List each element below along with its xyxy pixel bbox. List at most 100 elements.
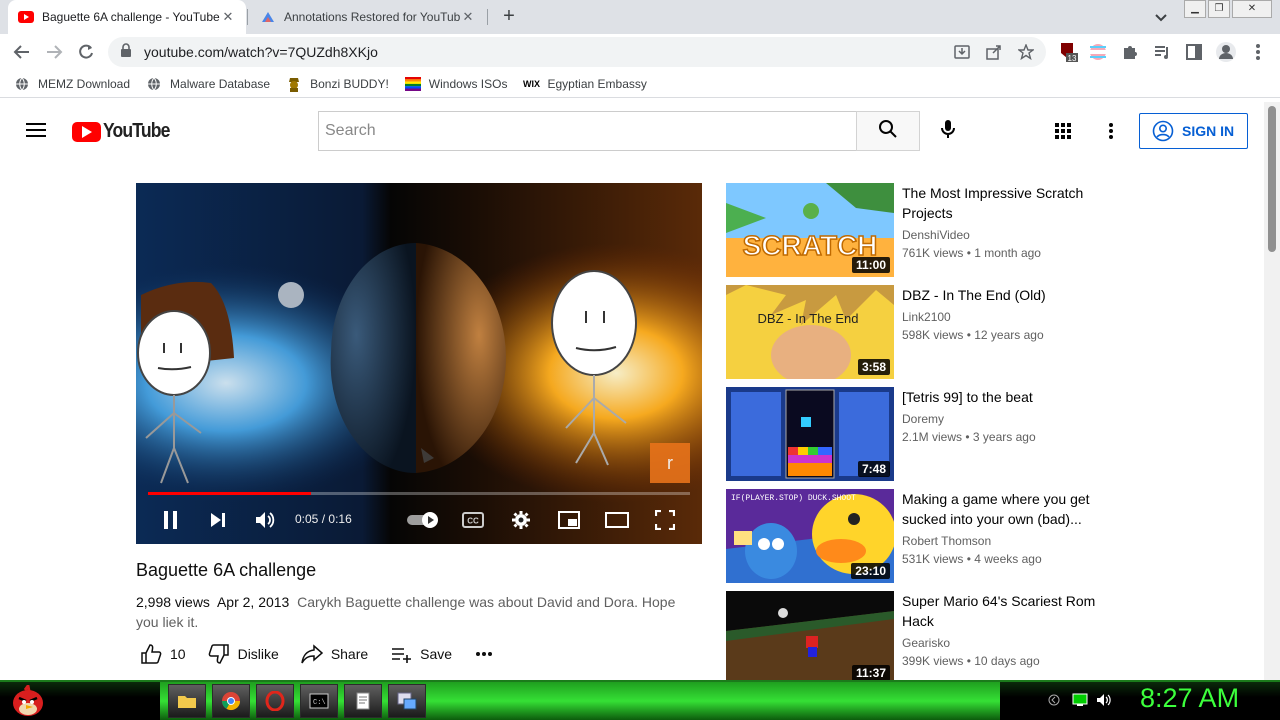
forward-icon[interactable]: [42, 40, 66, 64]
apps-grid-icon[interactable]: [1051, 119, 1075, 143]
taskbar-notepad-button[interactable]: [344, 684, 382, 718]
annotations-favicon-icon: [260, 9, 276, 25]
bookmark-memz[interactable]: MEMZ Download: [14, 76, 130, 92]
bookmark-bonzi-buddy[interactable]: Bonzi BUDDY!: [286, 76, 389, 92]
recommendation-item[interactable]: 11:37 Super Mario 64's Scariest Rom Hack…: [726, 591, 1116, 680]
back-icon[interactable]: [10, 40, 34, 64]
new-tab-icon[interactable]: +: [498, 6, 520, 28]
recommendation-title[interactable]: [Tetris 99] to the beat: [902, 387, 1102, 407]
recommendation-title[interactable]: The Most Impressive Scratch Projects: [902, 183, 1102, 223]
scrollbar-thumb[interactable]: [1268, 106, 1276, 252]
recommendation-item[interactable]: IF(PLAYER.STOP) DUCK.SHOOT 23:10 Making …: [726, 489, 1116, 583]
video-thumbnail[interactable]: SCRATCH 11:00: [726, 183, 894, 277]
more-actions-icon[interactable]: [474, 651, 502, 657]
start-button[interactable]: [6, 682, 50, 720]
taskbar-cmd-button[interactable]: C:\: [300, 684, 338, 718]
video-player[interactable]: r 0:05 / 0:16 CC: [136, 183, 702, 544]
bookmark-star-icon[interactable]: [1014, 40, 1038, 64]
page-scrollbar[interactable]: [1264, 102, 1280, 680]
recommendation-item[interactable]: 7:48 [Tetris 99] to the beat Doremy 2.1M…: [726, 387, 1116, 481]
taskbar-app-button[interactable]: [388, 684, 426, 718]
recommendation-item[interactable]: SCRATCH 11:00 The Most Impressive Scratc…: [726, 183, 1116, 277]
recommendation-title[interactable]: Super Mario 64's Scariest Rom Hack: [902, 591, 1102, 631]
progress-bar[interactable]: [148, 492, 690, 495]
address-bar[interactable]: youtube.com/watch?v=7QUZdh8XKjo: [108, 37, 1046, 67]
recommendation-title[interactable]: Making a game where you get sucked into …: [902, 489, 1102, 529]
save-button[interactable]: Save: [390, 643, 452, 665]
channel-name[interactable]: Doremy: [902, 412, 944, 426]
system-clock[interactable]: 8:27 AM: [1140, 683, 1239, 714]
tab-search-chevron-icon[interactable]: [1152, 8, 1170, 26]
bookmark-egyptian-embassy[interactable]: WIX Egyptian Embassy: [523, 76, 647, 92]
tab-youtube[interactable]: Baguette 6A challenge - YouTube ✕: [8, 0, 246, 34]
like-button[interactable]: 10: [140, 643, 186, 665]
share-page-icon[interactable]: [982, 40, 1006, 64]
ublock-extension-icon[interactable]: 13: [1056, 40, 1080, 64]
recommendation-title[interactable]: DBZ - In The End (Old): [902, 285, 1102, 305]
channel-watermark-badge[interactable]: r: [650, 443, 690, 483]
close-window-button[interactable]: ✕: [1232, 0, 1272, 18]
pause-icon[interactable]: [158, 508, 184, 532]
tab-title: Annotations Restored for YouTube: [284, 10, 460, 24]
channel-name[interactable]: Link2100: [902, 310, 951, 324]
fullscreen-icon[interactable]: [652, 508, 678, 532]
voice-search-button[interactable]: [928, 111, 968, 151]
channel-name[interactable]: Gearisko: [902, 636, 950, 650]
subtitles-cc-icon[interactable]: CC: [460, 508, 486, 532]
recommendation-item[interactable]: DBZ - In The End 3:58 DBZ - In The End (…: [726, 285, 1116, 379]
media-control-icon[interactable]: [1150, 40, 1174, 64]
tab-close-icon[interactable]: ✕: [220, 9, 236, 25]
video-thumbnail[interactable]: 7:48: [726, 387, 894, 481]
taskbar-explorer-button[interactable]: [168, 684, 206, 718]
settings-gear-icon[interactable]: [508, 508, 534, 532]
tab-divider: [247, 9, 248, 25]
tab-annotations[interactable]: Annotations Restored for YouTube ✕: [250, 0, 486, 34]
tray-expand-icon[interactable]: [1046, 692, 1062, 708]
settings-more-icon[interactable]: [1099, 119, 1123, 143]
chrome-icon: [222, 692, 240, 711]
flag-extension-icon[interactable]: [1086, 40, 1110, 64]
share-label: Share: [330, 646, 369, 662]
video-thumbnail[interactable]: 11:37: [726, 591, 894, 680]
video-thumbnail[interactable]: IF(PLAYER.STOP) DUCK.SHOOT 23:10: [726, 489, 894, 583]
search-icon: [878, 119, 898, 144]
channel-name[interactable]: Robert Thomson: [902, 534, 991, 548]
search-button[interactable]: [856, 111, 920, 151]
search-input[interactable]: Search: [318, 111, 858, 151]
video-description[interactable]: 2,998 views Apr 2, 2013 Carykh Baguette …: [136, 592, 696, 632]
thumbs-up-icon: [141, 644, 162, 664]
youtube-logo[interactable]: YouTube: [72, 120, 179, 143]
progress-fill: [148, 492, 311, 495]
minimize-button[interactable]: ▁: [1184, 0, 1206, 18]
taskbar-chrome-button[interactable]: [212, 684, 250, 718]
video-thumbnail[interactable]: DBZ - In The End 3:58: [726, 285, 894, 379]
theater-mode-icon[interactable]: [604, 508, 630, 532]
taskbar-opera-button[interactable]: [256, 684, 294, 718]
profile-avatar-icon[interactable]: [1214, 40, 1238, 64]
miniplayer-icon[interactable]: [556, 508, 582, 532]
network-icon[interactable]: [1072, 692, 1088, 708]
reload-icon[interactable]: [74, 40, 98, 64]
volume-icon[interactable]: [252, 508, 278, 532]
video-stats: 761K views • 1 month ago: [902, 246, 1041, 260]
install-app-icon[interactable]: [950, 40, 974, 64]
sign-in-button[interactable]: SIGN IN: [1139, 113, 1248, 149]
extensions-puzzle-icon[interactable]: [1118, 40, 1142, 64]
notepad-icon: [356, 692, 370, 710]
tab-close-icon[interactable]: ✕: [460, 9, 476, 25]
chrome-menu-icon[interactable]: [1246, 40, 1270, 64]
autoplay-toggle-icon[interactable]: [406, 508, 442, 532]
lock-icon[interactable]: [120, 42, 132, 62]
side-panel-icon[interactable]: [1182, 40, 1206, 64]
volume-tray-icon[interactable]: [1096, 692, 1112, 708]
menu-hamburger-icon[interactable]: [24, 119, 48, 143]
restore-button[interactable]: ❐: [1208, 0, 1230, 18]
bookmark-label: Malware Database: [170, 76, 271, 91]
dislike-button[interactable]: Dislike: [208, 643, 279, 665]
next-icon[interactable]: [205, 508, 231, 532]
channel-name[interactable]: DenshiVideo: [902, 228, 970, 242]
upload-age: 10 days ago: [974, 654, 1040, 668]
bookmark-malware-database[interactable]: Malware Database: [146, 76, 270, 92]
share-button[interactable]: Share: [301, 643, 368, 665]
bookmark-windows-isos[interactable]: Windows ISOs: [404, 76, 507, 92]
